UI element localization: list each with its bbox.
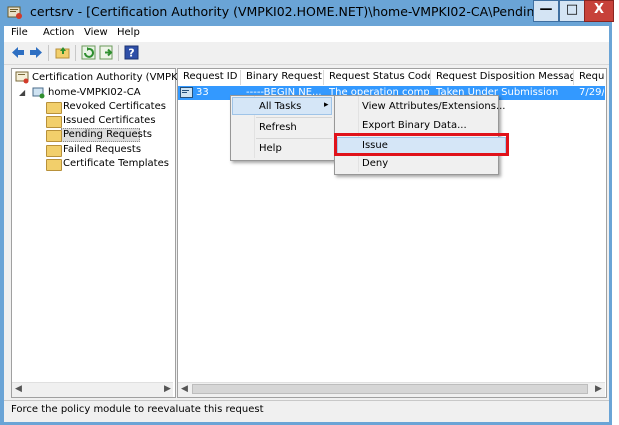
tree-pending-requests[interactable]: Pending Requests: [63, 129, 152, 140]
export-list-icon[interactable]: [99, 45, 115, 60]
tree-root-certification-authority[interactable]: Certification Authority (VMPKI02.: [32, 72, 196, 83]
menu-item-all-tasks[interactable]: All Tasks: [259, 101, 301, 112]
forward-arrow-icon[interactable]: [28, 45, 44, 60]
cell-request-date: 7/29/2: [579, 87, 604, 98]
maximize-button[interactable]: □: [559, 0, 585, 22]
certificate-authority-icon: [15, 71, 30, 84]
menu-item-deny[interactable]: Deny: [362, 158, 388, 169]
minimize-button[interactable]: —: [533, 0, 559, 22]
column-header-request-date[interactable]: Reque: [574, 70, 605, 85]
menu-item-export-binary-data[interactable]: Export Binary Data...: [362, 120, 467, 131]
toolbar-separator: [48, 45, 49, 61]
certsrv-app-icon[interactable]: [7, 5, 23, 20]
submenu-arrow-icon: ▸: [324, 100, 329, 110]
tree-ca-node[interactable]: home-VMPKI02-CA: [48, 87, 141, 98]
tree-issued-certificates[interactable]: Issued Certificates: [63, 115, 156, 126]
toolbar-separator: [75, 45, 76, 61]
request-row-icon: [180, 87, 193, 98]
issue-highlight-callout: [334, 133, 509, 156]
menu-help[interactable]: Help: [117, 27, 140, 38]
folder-icon: [46, 102, 62, 114]
menu-item-help[interactable]: Help: [259, 143, 282, 154]
tree-revoked-certificates[interactable]: Revoked Certificates: [63, 101, 166, 112]
column-header-request-id[interactable]: Request ID: [178, 70, 241, 85]
back-arrow-icon[interactable]: [10, 45, 26, 60]
menu-item-refresh[interactable]: Refresh: [259, 122, 297, 133]
status-text: Force the policy module to reevaluate th…: [11, 404, 264, 415]
folder-icon: [46, 145, 62, 157]
up-folder-icon[interactable]: [55, 45, 71, 60]
menu-view[interactable]: View: [84, 27, 108, 38]
menu-item-view-attributes[interactable]: View Attributes/Extensions...: [362, 101, 505, 112]
close-button[interactable]: X: [584, 0, 614, 22]
svg-text:?: ?: [128, 47, 134, 60]
help-icon[interactable]: ?: [124, 45, 140, 60]
tree-horizontal-scrollbar[interactable]: [12, 382, 173, 397]
window-title: certsrv - [Certification Authority (VMPK…: [30, 4, 609, 19]
scroll-right-arrow-icon[interactable]: ▶: [595, 384, 602, 394]
menu-separator: [256, 117, 332, 118]
column-header-binary-request[interactable]: Binary Request: [241, 70, 324, 85]
folder-icon: [46, 159, 62, 171]
tree-certificate-templates[interactable]: Certificate Templates: [63, 158, 169, 169]
scroll-left-arrow-icon[interactable]: ◀: [181, 384, 188, 394]
tree-expand-arrow[interactable]: ◢: [19, 88, 25, 97]
menu-action[interactable]: Action: [43, 27, 74, 38]
toolbar-separator: [118, 45, 119, 61]
menu-separator: [256, 138, 332, 139]
scrollbar-thumb[interactable]: [192, 384, 588, 394]
column-header-request-status-code[interactable]: Request Status Code: [324, 70, 431, 85]
menu-file[interactable]: File: [11, 27, 28, 38]
folder-icon: [46, 116, 62, 128]
scroll-right-arrow-icon[interactable]: ▶: [164, 384, 171, 394]
folder-icon: [46, 130, 62, 142]
tree-failed-requests[interactable]: Failed Requests: [63, 144, 141, 155]
ca-server-icon: [31, 86, 46, 99]
column-header-request-disposition-message[interactable]: Request Disposition Message: [431, 70, 574, 85]
refresh-icon[interactable]: [81, 45, 97, 60]
scroll-left-arrow-icon[interactable]: ◀: [15, 384, 22, 394]
